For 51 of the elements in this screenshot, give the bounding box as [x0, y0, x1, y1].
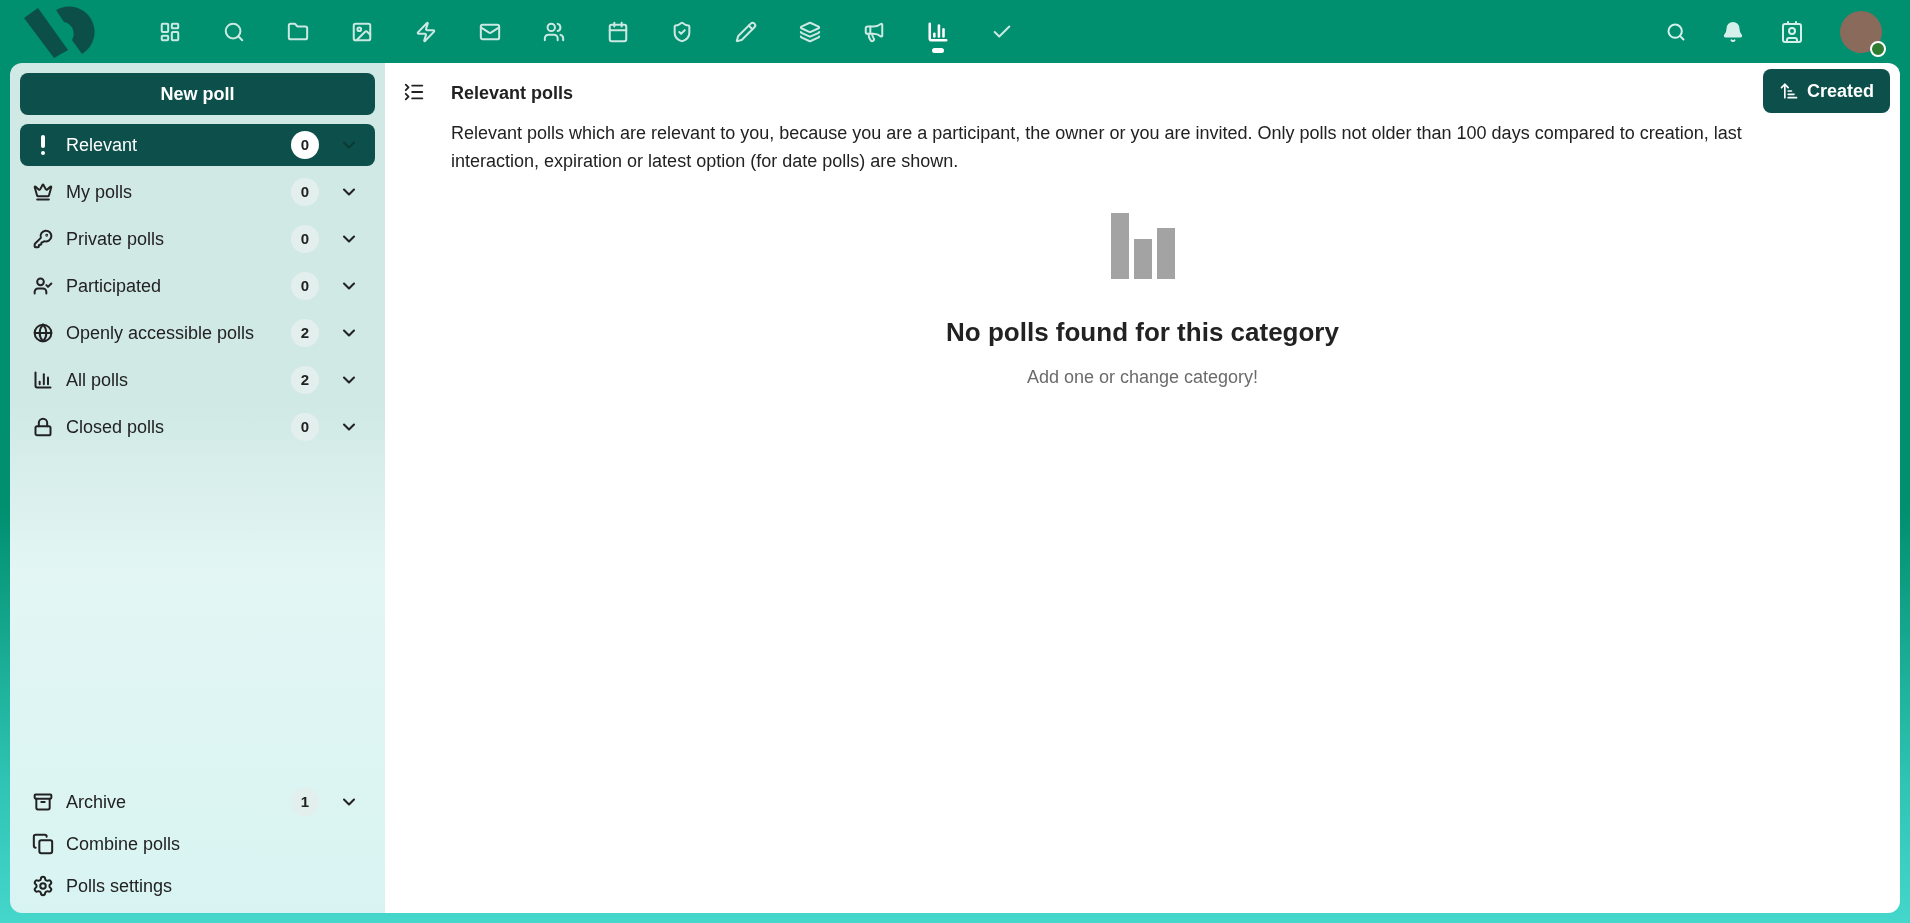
page-title: Relevant polls	[451, 82, 575, 105]
bar-chart-icon	[33, 370, 53, 390]
overlapping-squares-icon	[32, 833, 54, 855]
empty-hint: Add one or change category!	[1026, 366, 1259, 389]
nav-label: Private polls	[66, 227, 166, 251]
count-badge: 2	[291, 319, 319, 347]
count-badge: 0	[291, 225, 319, 253]
contacts-icon[interactable]	[1780, 19, 1804, 44]
nav-label: Openly accessible polls	[66, 321, 256, 345]
nav-label: Relevant	[66, 133, 139, 157]
nav-label: My polls	[66, 180, 133, 204]
count-badge: 0	[291, 131, 319, 159]
archive-icon	[33, 792, 53, 812]
count-badge: 0	[291, 272, 319, 300]
sidebar-link[interactable]: Combine polls	[20, 823, 375, 865]
nav-item[interactable]: Private polls 0	[20, 218, 375, 260]
nav-label: Participated	[66, 274, 163, 298]
notifications-icon[interactable]	[1722, 20, 1744, 43]
nav-item[interactable]: All polls 2	[20, 359, 375, 401]
nav-item[interactable]: Closed polls 0	[20, 406, 375, 448]
toggle-sidebar-icon[interactable]	[403, 81, 425, 103]
crown-icon	[33, 182, 53, 202]
count-badge: 1	[291, 788, 319, 816]
nav-item[interactable]: Relevant 0	[20, 124, 375, 166]
nav-item[interactable]: Participated 0	[20, 265, 375, 307]
user-check-icon	[33, 276, 53, 296]
nav-item[interactable]: My polls 0	[20, 171, 375, 213]
settings-icon	[32, 875, 54, 897]
new-poll-button[interactable]: New poll	[20, 73, 375, 115]
count-badge: 2	[291, 366, 319, 394]
bar-chart-icon	[1110, 213, 1175, 279]
description: Relevant polls which are relevant to you, because you are a participant, the owner or you are invited. Only polls not older than 100 days compared to creation, last interaction, expiration or latest option (for date polls) are shown.	[451, 122, 1743, 173]
nav-item[interactable]: Archive 1	[20, 781, 375, 823]
count-badge: 0	[291, 413, 319, 441]
sort-button[interactable]: Created	[1762, 69, 1890, 113]
exclamation-icon	[40, 135, 46, 155]
nav-label: Closed polls	[66, 415, 166, 439]
search-icon[interactable]	[1666, 21, 1686, 42]
key-icon	[33, 229, 53, 249]
sidebar-link[interactable]: Polls settings	[20, 865, 375, 907]
nav-label: Archive	[66, 790, 128, 814]
nav-label: All polls	[66, 368, 130, 392]
active-indicator	[932, 47, 944, 53]
link-label: Polls settings	[66, 874, 173, 898]
lock-icon	[33, 417, 53, 437]
link-label: Combine polls	[66, 832, 181, 856]
sort-icon	[1778, 81, 1799, 101]
nav-item[interactable]: Openly accessible polls 2	[20, 312, 375, 354]
count-badge: 0	[291, 178, 319, 206]
empty-title: No polls found for this category	[946, 316, 1339, 349]
globe-icon	[33, 323, 53, 343]
